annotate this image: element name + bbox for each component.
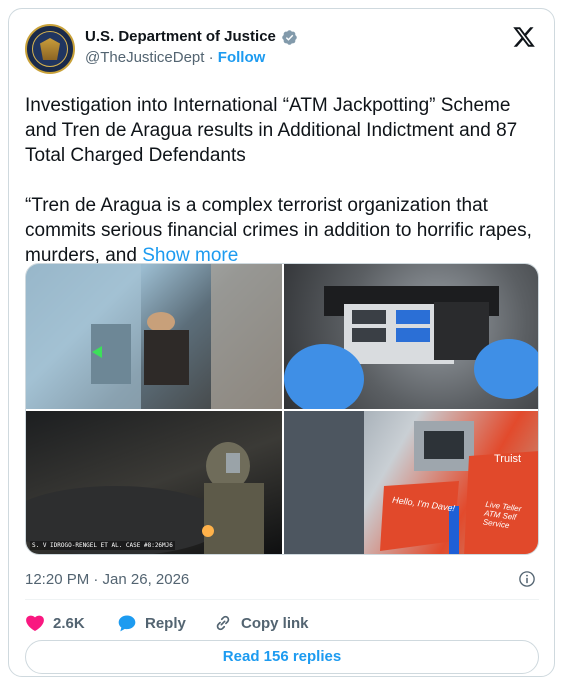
tweet-quote-text: “Tren de Aragua is a complex terrorist o… [25, 195, 532, 266]
image-case-caption: S. V IDROGO-RENGEL ET AL. CASE #8:26MJ6 [30, 541, 175, 550]
like-button[interactable]: 2.6K [25, 613, 85, 633]
reply-button[interactable]: Reply [117, 613, 186, 633]
copy-link-label: Copy link [241, 614, 309, 632]
author-handle[interactable]: @TheJusticeDept [85, 49, 204, 66]
atm-sign-brand: Truist [494, 453, 522, 465]
tweet-text: Investigation into International “ATM Ja… [25, 93, 541, 268]
tweet-quote: “Tren de Aragua is a complex terrorist o… [25, 193, 541, 268]
heart-icon [26, 615, 44, 631]
copy-link-button[interactable]: Copy link [213, 613, 309, 633]
media-image-atm-surveillance[interactable] [26, 264, 282, 409]
read-replies-button[interactable]: Read 156 replies [25, 640, 539, 674]
atm-scene-illustration [26, 264, 282, 409]
reply-bubble-icon [118, 615, 136, 632]
link-icon [216, 615, 230, 631]
avatar[interactable] [25, 24, 75, 74]
tweet-card: U.S. Department of Justice @TheJusticeDe… [8, 8, 555, 677]
media-image-truist-atm[interactable]: Hello, I'm Dave! Truist Live Teller ATM … [284, 411, 538, 554]
truist-atm-illustration [284, 411, 538, 554]
reply-label: Reply [145, 614, 186, 632]
media-grid[interactable]: S. V IDROGO-RENGEL ET AL. CASE #8:26MJ6 … [25, 263, 539, 555]
usb-device-illustration [284, 286, 538, 409]
handle-separator: · [208, 49, 214, 66]
verified-badge-icon [282, 30, 297, 45]
tweet-headline: Investigation into International “ATM Ja… [25, 95, 518, 166]
media-image-suspect-car[interactable]: S. V IDROGO-RENGEL ET AL. CASE #8:26MJ6 [26, 411, 282, 554]
author-name[interactable]: U.S. Department of Justice [85, 28, 276, 45]
handle-row: @TheJusticeDept · Follow [85, 49, 265, 66]
media-image-usb-device[interactable] [284, 264, 538, 409]
like-count: 2.6K [53, 614, 85, 632]
tweet-timestamp[interactable]: 12:20 PM · Jan 26, 2026 [25, 571, 189, 588]
info-icon[interactable] [518, 570, 536, 588]
suspect-scene-illustration [26, 442, 264, 554]
divider [25, 599, 539, 600]
x-logo-icon[interactable] [512, 25, 536, 49]
follow-button[interactable]: Follow [218, 49, 266, 66]
